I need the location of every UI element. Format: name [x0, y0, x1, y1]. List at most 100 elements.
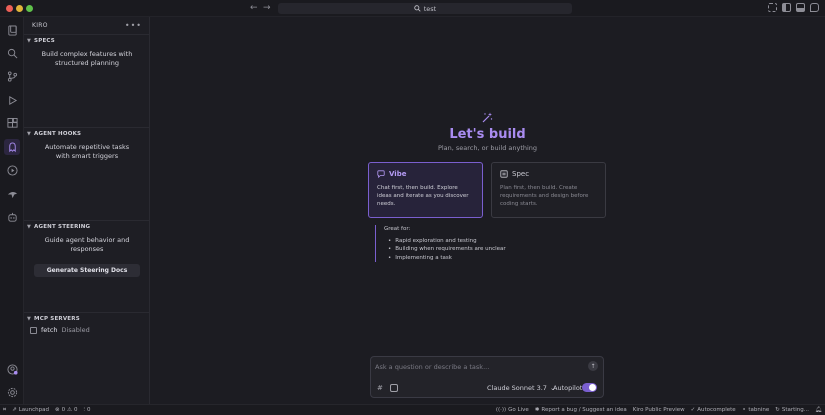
toggle-sidebar-icon[interactable]: [782, 3, 791, 12]
autocomplete-item[interactable]: ✓ Autocomplete: [688, 407, 739, 413]
mcp-servers-section-header[interactable]: ▼ MCP SERVERS: [24, 313, 150, 325]
chevron-down-icon: ▼: [27, 316, 32, 322]
tabnine-icon: ⚬: [741, 407, 747, 413]
send-arrow-icon[interactable]: ↑: [588, 361, 598, 371]
report-bug-item[interactable]: ✱ Report a bug / Suggest an idea: [532, 407, 630, 413]
list-item: Building when requirements are unclear: [388, 245, 505, 254]
agent-hooks-description: Automate repetitive tasks with smart tri…: [44, 143, 130, 160]
remote-icon[interactable]: ⌗: [0, 407, 9, 414]
warning-count: 0: [74, 407, 78, 413]
explorer-icon[interactable]: [4, 22, 20, 38]
run-debug-icon[interactable]: [4, 92, 20, 108]
ports-icon: ⫶: [83, 406, 85, 413]
agent-hooks-title: AGENT HOOKS: [34, 131, 82, 137]
vibe-title: Vibe: [389, 170, 407, 178]
mcp-server-status: Disabled: [61, 326, 90, 334]
list-item: Implementing a task: [388, 254, 506, 263]
mcp-servers-title: MCP SERVERS: [34, 316, 80, 322]
launchpad-item[interactable]: ⇗ Launchpad: [9, 407, 52, 413]
check-circle-icon: ✓: [690, 407, 696, 413]
autopilot-toggle[interactable]: [582, 383, 597, 392]
ports-item[interactable]: ⫶ 0: [81, 407, 94, 414]
subheadline: Plan, search, or build anything: [437, 144, 538, 152]
search-icon: [414, 5, 421, 12]
starting-item[interactable]: ↻ Starting...: [772, 407, 812, 413]
launchpad-label: Launchpad: [18, 407, 49, 413]
source-control-icon[interactable]: [4, 68, 20, 84]
autocomplete-label: Autocomplete: [697, 407, 736, 413]
warning-icon: ⚠: [67, 407, 73, 413]
agent-hooks-section: ▼ AGENT HOOKS Automate repetitive tasks …: [24, 127, 150, 220]
extensions-icon[interactable]: [4, 115, 20, 131]
tabnine-label: tabnine: [748, 407, 770, 413]
main-editor-area: Let's build Plan, search, or build anyth…: [150, 17, 825, 404]
agent-steering-section-header[interactable]: ▼ AGENT STEERING: [24, 221, 150, 233]
agent-steering-description: Guide agent behavior and responses: [44, 236, 130, 253]
chat-composer: ↑ # Claude Sonnet 3.7 ⌄ Autopilot: [370, 356, 604, 398]
chevron-down-icon: ▼: [27, 224, 32, 230]
error-icon: ⊗: [55, 407, 60, 413]
go-live-item[interactable]: ((·)) Go Live: [493, 407, 532, 413]
error-count: 0: [61, 407, 66, 413]
robot-icon[interactable]: [4, 209, 20, 225]
spec-mode-card[interactable]: Spec Plan first, then build. Create requ…: [491, 162, 606, 218]
generate-steering-docs-button[interactable]: Generate Steering Docs: [34, 264, 140, 277]
chat-icon[interactable]: [810, 3, 819, 12]
public-preview-item[interactable]: Kiro Public Preview: [630, 407, 688, 413]
search-icon[interactable]: [4, 45, 20, 61]
chat-bubble-icon: [377, 170, 385, 178]
specs-section-header[interactable]: ▼ SPECS: [24, 35, 150, 47]
preview-label: Kiro Public Preview: [632, 407, 685, 413]
account-icon[interactable]: [4, 361, 20, 377]
great-for-title: Great for:: [384, 226, 411, 232]
specs-description: Build complex features with structured p…: [41, 50, 133, 67]
problems-item[interactable]: ⊗ 0 ⚠ 0: [52, 407, 81, 413]
chat-input[interactable]: [375, 361, 580, 372]
model-selector[interactable]: Claude Sonnet 3.7 ⌄: [487, 384, 555, 392]
notifications-bell-icon[interactable]: 🔔︎: [812, 407, 825, 413]
chevron-down-icon: ▼: [27, 38, 32, 44]
close-window-button[interactable]: [6, 5, 13, 12]
vibe-mode-card[interactable]: Vibe Chat first, then build. Explore ide…: [368, 162, 483, 218]
panel-header: KIRO •••: [24, 17, 149, 34]
status-bar: ⌗ ⇗ Launchpad ⊗ 0 ⚠ 0 ⫶ 0 ((·)) Go Live …: [0, 404, 825, 415]
minimize-window-button[interactable]: [16, 5, 23, 12]
tabnine-item[interactable]: ⚬ tabnine: [739, 407, 773, 413]
mcp-server-item[interactable]: fetch Disabled: [24, 325, 150, 335]
spec-description: Plan first, then build. Create requireme…: [500, 185, 589, 207]
layout-grid-icon[interactable]: [768, 3, 777, 12]
ports-count: 0: [86, 407, 91, 413]
back-arrow-icon[interactable]: ←: [250, 3, 258, 13]
spec-title: Spec: [512, 170, 530, 178]
kiro-side-panel: KIRO ••• ▼ SPECS Build complex features …: [24, 17, 150, 404]
command-search-box[interactable]: test: [278, 3, 572, 14]
autopilot-label: Autopilot: [553, 384, 583, 392]
kiro-icon[interactable]: [4, 139, 20, 155]
vibe-description: Chat first, then build. Explore ideas an…: [377, 185, 469, 207]
activity-bar: [0, 17, 24, 404]
great-for-list: Great for: Rapid exploration and testing…: [375, 225, 506, 262]
agent-hooks-section-header[interactable]: ▼ AGENT HOOKS: [24, 128, 150, 140]
toggle-panel-icon[interactable]: [796, 3, 805, 12]
maximize-window-button[interactable]: [26, 5, 33, 12]
forward-arrow-icon[interactable]: →: [263, 3, 271, 13]
rocket-icon: ⇗: [12, 407, 17, 413]
chevron-down-icon: ▼: [27, 131, 32, 137]
image-attach-icon[interactable]: [390, 384, 398, 392]
bug-icon: ✱: [534, 407, 540, 413]
document-list-icon: [500, 170, 508, 178]
mcp-server-name: fetch: [41, 326, 58, 334]
context-hash-icon[interactable]: #: [377, 384, 383, 392]
broadcast-icon: ((·)): [495, 407, 507, 413]
agent-steering-title: AGENT STEERING: [34, 224, 91, 230]
more-actions-icon[interactable]: •••: [125, 21, 142, 30]
server-disabled-icon: [30, 326, 37, 334]
magic-wand-icon: [482, 112, 493, 123]
kiro-logo-icon[interactable]: [4, 186, 20, 202]
panel-title: KIRO: [32, 22, 48, 29]
model-name: Claude Sonnet 3.7: [487, 384, 547, 392]
settings-gear-icon[interactable]: [4, 384, 20, 400]
starting-label: Starting...: [781, 407, 810, 413]
list-item: Rapid exploration and testing: [388, 237, 506, 246]
play-icon[interactable]: [4, 162, 20, 178]
